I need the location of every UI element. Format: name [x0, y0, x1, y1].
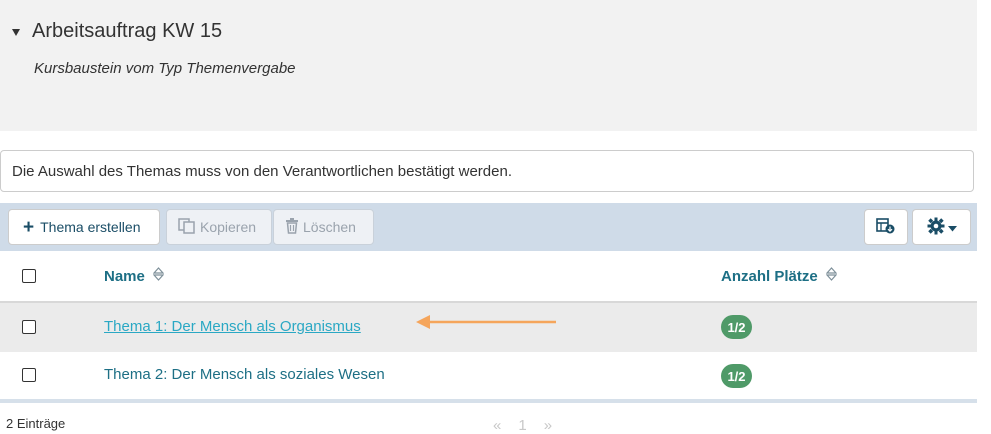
column-header-name-label: Name — [104, 267, 145, 285]
row-checkbox[interactable] — [22, 368, 36, 382]
pagination-page[interactable]: 1 — [518, 417, 526, 434]
topic-link[interactable]: Thema 1: Der Mensch als Organismus — [104, 318, 361, 335]
collapse-caret-icon[interactable] — [12, 28, 20, 36]
info-notice: Die Auswahl des Themas muss von den Vera… — [0, 150, 974, 192]
delete-label: Löschen — [303, 219, 356, 235]
export-button[interactable] — [864, 209, 908, 245]
column-header-name[interactable]: Name — [104, 267, 165, 285]
places-badge: 1/2 — [721, 364, 752, 388]
sort-icon — [825, 267, 838, 285]
gear-icon — [927, 217, 945, 238]
sort-icon — [152, 267, 165, 285]
create-topic-button[interactable]: + Thema erstellen — [8, 209, 160, 245]
topic-link[interactable]: Thema 2: Der Mensch als soziales Wesen — [104, 366, 385, 383]
table-header: Name Anzahl Plätze — [0, 251, 977, 304]
chevron-down-icon — [947, 219, 957, 235]
delete-button[interactable]: Löschen — [273, 209, 374, 245]
notice-text: Die Auswahl des Themas muss von den Vera… — [12, 163, 512, 180]
plus-icon: + — [23, 216, 35, 238]
copy-icon — [178, 217, 196, 237]
row-checkbox[interactable] — [22, 320, 36, 334]
pagination-prev[interactable]: « — [493, 417, 501, 434]
column-header-places[interactable]: Anzahl Plätze — [721, 267, 838, 285]
copy-label: Kopieren — [200, 219, 257, 235]
entry-count: 2 Einträge — [6, 416, 66, 431]
trash-icon — [285, 217, 299, 237]
column-header-places-label: Anzahl Plätze — [721, 267, 818, 285]
places-badge: 1/2 — [721, 315, 752, 339]
table-toolbar: + Thema erstellen Kopieren Löschen — [0, 203, 977, 251]
page-subtitle: Kursbaustein vom Typ Themenvergabe — [34, 60, 296, 77]
pagination: « 1 » — [493, 417, 552, 434]
table-row: Thema 2: Der Mensch als soziales Wesen 1… — [0, 352, 977, 399]
settings-dropdown-button[interactable] — [912, 209, 971, 245]
create-topic-label: Thema erstellen — [40, 219, 141, 235]
select-all-checkbox[interactable] — [22, 269, 36, 283]
title-row[interactable]: Arbeitsauftrag KW 15 — [12, 20, 222, 43]
copy-button[interactable]: Kopieren — [166, 209, 272, 245]
table-export-icon — [876, 217, 896, 237]
annotation-arrow-icon — [416, 315, 556, 329]
page-title: Arbeitsauftrag KW 15 — [32, 20, 223, 42]
pagination-next[interactable]: » — [544, 417, 552, 434]
table-bottom-border — [0, 399, 977, 403]
course-element-header: Arbeitsauftrag KW 15 Kursbaustein vom Ty… — [0, 0, 977, 131]
